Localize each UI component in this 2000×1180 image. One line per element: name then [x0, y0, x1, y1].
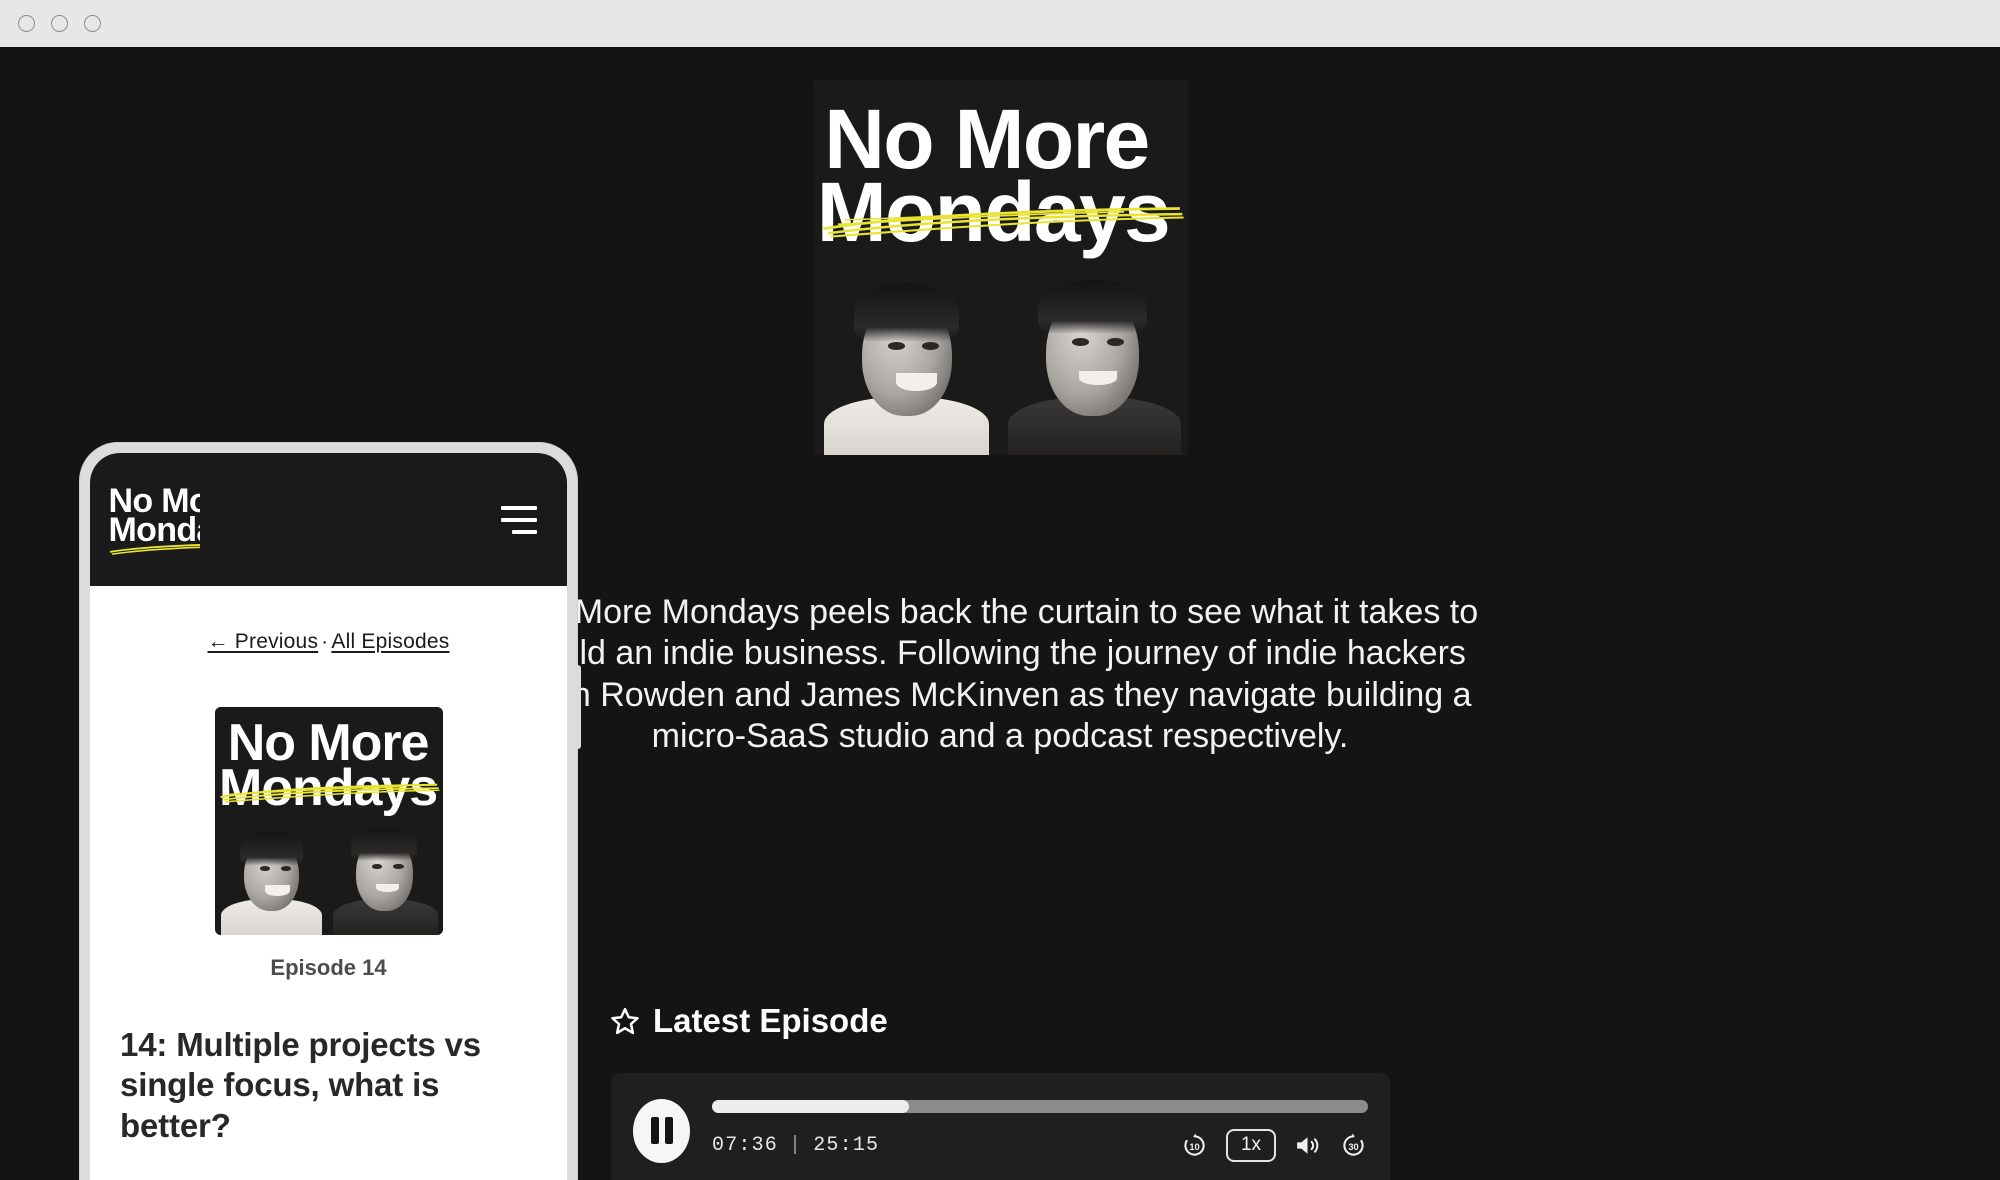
- minimize-dot[interactable]: [51, 15, 68, 32]
- svg-text:10: 10: [1189, 1142, 1199, 1152]
- svg-text:30: 30: [1348, 1142, 1358, 1152]
- phone-logo-artwork: No More Mondays: [104, 480, 200, 559]
- latest-episode-label: Latest Episode: [653, 1002, 888, 1039]
- player-body: 07:36 | 25:15 10 1x 30: [712, 1099, 1368, 1162]
- hamburger-menu-icon[interactable]: [501, 505, 537, 534]
- current-time: 07:36: [712, 1133, 779, 1157]
- pause-icon-bar-right: [664, 1117, 673, 1144]
- hamburger-line-1: [501, 505, 537, 510]
- phone-art-scribble-icon: [220, 783, 440, 803]
- phone-episode-nav: ← Previous · All Episodes: [120, 630, 537, 654]
- phone-episode-number: Episode 14: [270, 955, 387, 980]
- phone-screen: No More Mondays: [90, 453, 567, 1180]
- time-display: 07:36 | 25:15: [712, 1134, 879, 1157]
- phone-logo-scribble-icon: [109, 544, 200, 555]
- browser-chrome: [0, 0, 2000, 47]
- phone-episode-title: 14: Multiple projects vs single focus, w…: [120, 1026, 481, 1144]
- hamburger-line-3: [512, 529, 537, 534]
- phone-logo-host-left: [104, 556, 179, 559]
- close-dot[interactable]: [18, 15, 35, 32]
- maximize-dot[interactable]: [84, 15, 101, 32]
- progress-slider[interactable]: [712, 1099, 1368, 1113]
- host-dan-portrait: [813, 260, 1001, 455]
- phone-art-host-left: [215, 816, 329, 935]
- pause-icon-bar-left: [650, 1117, 659, 1144]
- phone-logo-host-right: [179, 556, 200, 559]
- time-separator: |: [789, 1133, 803, 1157]
- playback-speed-button[interactable]: 1x: [1226, 1128, 1276, 1162]
- pause-button[interactable]: [633, 1098, 690, 1163]
- phone-side-button: [575, 665, 581, 749]
- progress-fill: [712, 1099, 909, 1113]
- phone-mockup: No More Mondays: [80, 443, 581, 1180]
- podcast-description: No More Mondays peels back the curtain t…: [521, 593, 1479, 756]
- player-controls: 10 1x 30: [1180, 1128, 1368, 1162]
- cover-art-hosts-photo: [813, 260, 1188, 455]
- forward-30-icon[interactable]: 30: [1339, 1131, 1368, 1160]
- audio-player: 07:36 | 25:15 10 1x 30: [611, 1073, 1390, 1180]
- hamburger-line-2: [501, 517, 537, 522]
- phone-content: ← Previous · All Episodes No More Mondays: [90, 586, 567, 1146]
- podcast-cover-art: No More Mondays: [813, 80, 1188, 455]
- all-episodes-link[interactable]: All Episodes: [331, 630, 449, 653]
- rewind-10-icon[interactable]: 10: [1180, 1131, 1209, 1160]
- phone-art-host-right: [329, 816, 443, 935]
- player-controls-row: 07:36 | 25:15 10 1x 30: [712, 1128, 1368, 1162]
- star-outline-icon: [611, 1007, 639, 1035]
- previous-episode-link[interactable]: ← Previous: [208, 630, 319, 653]
- total-time: 25:15: [813, 1133, 880, 1157]
- latest-episode-heading: Latest Episode: [610, 1002, 888, 1040]
- nav-separator: ·: [321, 630, 329, 653]
- phone-site-header: No More Mondays: [90, 453, 567, 586]
- volume-icon[interactable]: [1293, 1131, 1322, 1160]
- phone-episode-artwork: No More Mondays: [214, 707, 443, 935]
- podcast-page: No More Mondays No More Mondays peels ba…: [0, 47, 2000, 1180]
- host-james-portrait: [1001, 260, 1189, 455]
- podcast-logo-icon[interactable]: No More Mondays: [104, 480, 200, 559]
- yellow-scribble-icon: [822, 206, 1184, 238]
